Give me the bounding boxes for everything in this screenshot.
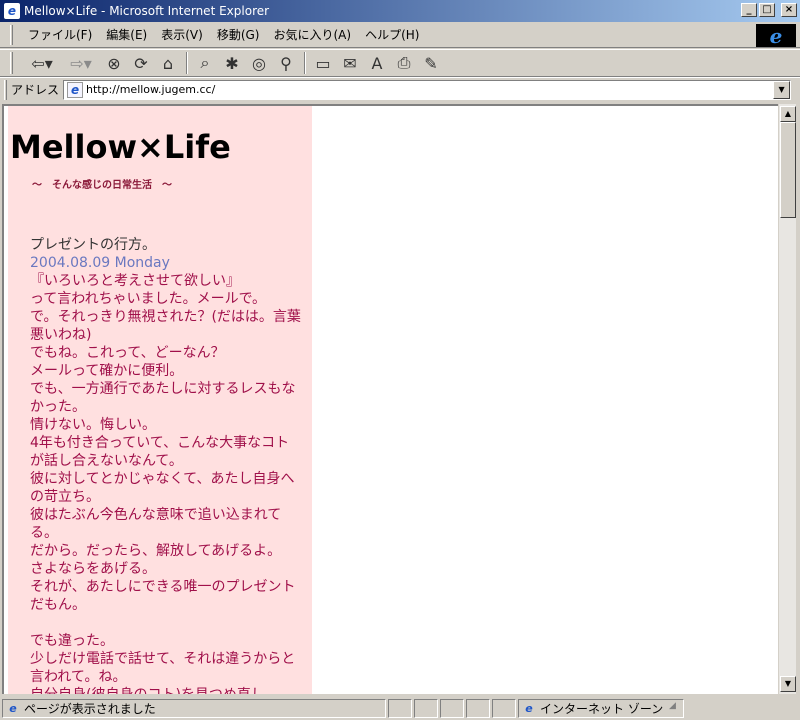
- post-line: でも違った。: [30, 633, 114, 649]
- post-line: 彼に対してとかじゃなくて、あたし自身への苛立ち。: [30, 471, 295, 505]
- status-pane: [492, 698, 516, 718]
- minimize-button[interactable]: _: [741, 3, 757, 17]
- standard-toolbar: ⇦▾ ⇨▾ ⊗ ⟳ ⌂ ⌕ ✱ ◎ ⚲ ▭ ✉ A ⎙ ✎: [0, 49, 800, 77]
- toolbar-separator: [304, 52, 306, 74]
- back-icon[interactable]: ⇦▾: [23, 51, 61, 75]
- status-pane: [440, 698, 464, 718]
- toolbar-separator: [186, 52, 188, 74]
- post-line: さよならをあげる。: [30, 561, 156, 577]
- menu-edit[interactable]: 編集(E): [99, 24, 154, 45]
- title-bar[interactable]: e Mellow×Life - Microsoft Internet Explo…: [0, 0, 800, 22]
- address-bar: アドレス e ▼: [0, 77, 800, 101]
- post-line: 彼はたぶん今色んな意味で追い込まれてる。: [30, 507, 282, 541]
- security-zone-pane[interactable]: e インターネット ゾーン ◢: [518, 698, 684, 718]
- status-text-pane: e ページが表示されました: [2, 698, 386, 718]
- zone-text: インターネット ゾーン: [540, 701, 664, 716]
- address-input[interactable]: [86, 81, 767, 98]
- menu-file[interactable]: ファイル(F): [21, 24, 99, 45]
- blog-tagline: ～ そんな感じの日常生活 ～: [32, 180, 172, 191]
- scroll-up-button[interactable]: ▲: [780, 106, 796, 122]
- home-icon[interactable]: ⌂: [155, 51, 181, 75]
- menubar-grip[interactable]: [10, 24, 13, 45]
- blog-post: プレゼントの行方。 2004.08.09 Monday 『いろいろと考えさせて欲…: [30, 236, 302, 694]
- post-line: だから。だったら、解放してあげるよ。: [30, 543, 282, 559]
- blog-title[interactable]: Mellow×Life: [10, 128, 231, 166]
- menu-go[interactable]: 移動(G): [210, 24, 267, 45]
- search-icon[interactable]: ⌕: [192, 51, 218, 75]
- post-line: 『いろいろと考えさせて欲しい』: [30, 273, 240, 289]
- forward-icon[interactable]: ⇨▾: [62, 51, 100, 75]
- post-line: でもね。これって、どーなん？: [30, 345, 225, 361]
- toolbar-grip[interactable]: [10, 52, 13, 74]
- address-field[interactable]: e ▼: [63, 79, 792, 100]
- post-title[interactable]: プレゼントの行方。: [30, 236, 302, 254]
- post-line: でも、一方通行であたしに対するレスもなかった。: [30, 381, 296, 415]
- print-icon[interactable]: ⎙: [391, 51, 417, 75]
- fullscreen-icon[interactable]: ▭: [310, 51, 336, 75]
- status-text: ページが表示されました: [24, 701, 156, 716]
- window-title: Mellow×Life - Microsoft Internet Explore…: [24, 4, 270, 18]
- stop-icon[interactable]: ⊗: [101, 51, 127, 75]
- post-line: それが、あたしにできる唯一のプレゼントだもん。: [30, 579, 296, 613]
- status-pane: [414, 698, 438, 718]
- vertical-scrollbar[interactable]: ▲ ▼: [778, 104, 796, 694]
- resize-grip-icon[interactable]: ◢: [669, 701, 683, 715]
- channels-icon[interactable]: ⚲: [273, 51, 299, 75]
- menu-help[interactable]: ヘルプ(H): [358, 24, 426, 45]
- menu-bar: ファイル(F) 編集(E) 表示(V) 移動(G) お気に入り(A) ヘルプ(H…: [0, 22, 800, 48]
- page-icon: e: [67, 81, 84, 98]
- post-line: メールって確かに便利。: [30, 363, 184, 379]
- scroll-down-button[interactable]: ▼: [780, 676, 796, 692]
- post-date: 2004.08.09 Monday: [30, 255, 170, 271]
- close-button[interactable]: ×: [781, 3, 797, 17]
- post-line-blank: [30, 614, 302, 632]
- addressbar-grip[interactable]: [4, 79, 7, 100]
- ie-brand-logo: e: [756, 23, 796, 48]
- maximize-button[interactable]: □: [759, 3, 775, 17]
- page-done-icon: e: [9, 701, 17, 715]
- page-viewport: Mellow×Life ～ そんな感じの日常生活 ～ プレゼントの行方。 200…: [2, 104, 780, 694]
- post-line: 少しだけ電話で話せて、それは違うからと言われて。ね。: [30, 651, 296, 685]
- post-line: 自分自身(彼自身のコト)を見つめ直し: [30, 686, 302, 694]
- status-pane: [388, 698, 412, 718]
- ie-logo-icon: e: [769, 23, 783, 48]
- post-line: って言われちゃいました。メールで。: [30, 291, 267, 307]
- mail-icon[interactable]: ✉: [337, 51, 363, 75]
- address-dropdown-button[interactable]: ▼: [773, 80, 791, 99]
- ie-icon[interactable]: e: [4, 3, 20, 19]
- post-line: 4年も付き合っていて、こんな大事なコトが話し合えないなんて。: [30, 435, 290, 469]
- blog-sidebar: Mellow×Life ～ そんな感じの日常生活 ～ プレゼントの行方。 200…: [8, 106, 312, 694]
- status-pane: [466, 698, 490, 718]
- history-icon[interactable]: ◎: [246, 51, 272, 75]
- internet-zone-icon: e: [525, 701, 533, 715]
- font-icon[interactable]: A: [364, 51, 390, 75]
- scroll-thumb[interactable]: [780, 122, 796, 218]
- post-line: 情けない。悔しい。: [30, 417, 156, 433]
- menu-favorites[interactable]: お気に入り(A): [266, 24, 358, 45]
- edit-icon[interactable]: ✎: [418, 51, 444, 75]
- favorites-icon[interactable]: ✱: [219, 51, 245, 75]
- post-line: で。それっきり無視された？(だはは。言葉悪いわね): [30, 309, 301, 343]
- status-bar: e ページが表示されました e インターネット ゾーン ◢: [0, 696, 800, 720]
- menu-view[interactable]: 表示(V): [154, 24, 210, 45]
- refresh-icon[interactable]: ⟳: [128, 51, 154, 75]
- address-label: アドレス: [11, 83, 60, 97]
